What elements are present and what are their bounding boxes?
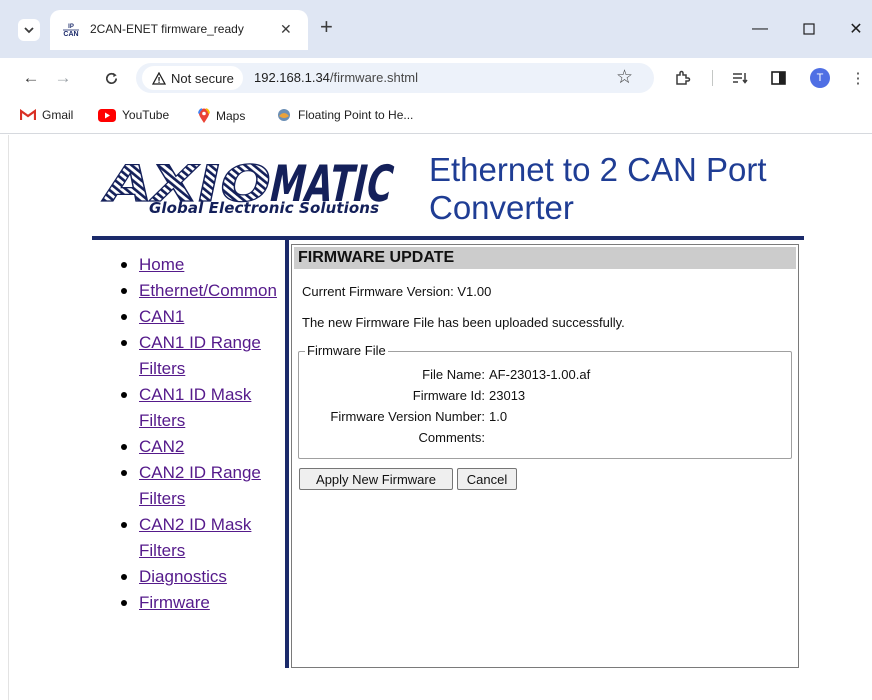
bookmark-floating-point[interactable]: Floating Point to He...: [276, 108, 413, 122]
svg-text:CAN: CAN: [63, 31, 78, 38]
ipcan-favicon-icon: IP CAN: [61, 22, 81, 38]
menu-item-can2: CAN2: [119, 434, 284, 460]
header-divider: [92, 236, 804, 240]
file-name-row: File Name: AF-23013-1.00.af: [299, 367, 590, 382]
security-label: Not secure: [171, 70, 234, 86]
version-number-value: 1.0: [489, 409, 508, 424]
menu-item-diagnostics: Diagnostics: [119, 564, 284, 590]
tab-search-button[interactable]: [18, 19, 40, 41]
toolbar-divider: [712, 70, 713, 86]
tab-title: 2CAN-ENET firmware_ready: [90, 22, 244, 36]
bookmark-gmail[interactable]: Gmail: [20, 108, 73, 122]
bookmark-label: YouTube: [122, 108, 170, 122]
menu-link-firmware[interactable]: Firmware: [139, 593, 210, 612]
bookmark-label: Maps: [216, 109, 246, 123]
firmware-id-value: 23013: [489, 388, 526, 403]
file-name-value: AF-23013-1.00.af: [489, 367, 591, 382]
maps-icon: [198, 108, 210, 123]
close-tab-icon[interactable]: ✕: [280, 21, 292, 38]
file-name-label: File Name:: [422, 367, 485, 382]
firmware-id-row: Firmware Id: 23013: [299, 388, 525, 403]
comments-label: Comments:: [418, 430, 485, 445]
menu-link-ethernet-common[interactable]: Ethernet/Common: [139, 281, 277, 300]
bookmark-youtube[interactable]: YouTube: [98, 108, 169, 122]
logo-subtitle: Global Electronic Solutions: [149, 199, 380, 217]
current-firmware-version: Current Firmware Version: V1.00: [302, 284, 492, 299]
youtube-icon: [98, 108, 116, 122]
reading-list-icon[interactable]: [730, 68, 750, 88]
browser-tab[interactable]: IP CAN 2CAN-ENET firmware_ready ✕: [50, 10, 308, 50]
menu-link-can1-id-mask-filters[interactable]: CAN1 ID Mask Filters: [139, 385, 251, 430]
browser-toolbar: ← → Not secure 192.168.1.34/firmware.sht…: [0, 58, 872, 98]
profile-avatar[interactable]: T: [810, 68, 830, 88]
menu-item-can1: CAN1: [119, 304, 284, 330]
maximize-icon[interactable]: [794, 14, 824, 44]
firmware-id-label: Firmware Id:: [412, 388, 485, 403]
menu-link-home[interactable]: Home: [139, 255, 184, 274]
extensions-icon[interactable]: [672, 68, 692, 88]
side-panel-icon[interactable]: [768, 68, 788, 88]
section-heading: FIRMWARE UPDATE: [294, 247, 796, 269]
address-bar[interactable]: Not secure 192.168.1.34/firmware.shtml ☆: [136, 63, 654, 93]
warning-icon: [152, 71, 166, 85]
chevron-down-icon: [24, 27, 34, 34]
menu-item-can1-id-range-filters: CAN1 ID Range Filters: [119, 330, 284, 382]
site-icon: [278, 109, 290, 121]
sidebar-menu: Home Ethernet/Common CAN1 CAN1 ID Range …: [119, 252, 284, 616]
page-viewport: AXIO MATIC Global Electronic Solutions E…: [8, 135, 872, 700]
cancel-button[interactable]: Cancel: [457, 468, 517, 490]
url-path: /firmware.shtml: [329, 70, 419, 85]
upload-status-message: The new Firmware File has been uploaded …: [302, 315, 625, 330]
menu-item-ethernet-common: Ethernet/Common: [119, 278, 284, 304]
menu-item-firmware: Firmware: [119, 590, 284, 616]
back-icon[interactable]: ←: [18, 64, 44, 92]
menu-link-can2-id-range-filters[interactable]: CAN2 ID Range Filters: [139, 463, 261, 508]
url-host: 192.168.1.34: [254, 70, 330, 85]
firmware-panel: FIRMWARE UPDATE Current Firmware Version…: [291, 244, 799, 668]
menu-link-can2[interactable]: CAN2: [139, 437, 184, 456]
menu-link-diagnostics[interactable]: Diagnostics: [139, 567, 227, 586]
bookmark-star-icon[interactable]: ☆: [616, 66, 633, 89]
bookmark-maps[interactable]: Maps: [198, 108, 245, 124]
menu-kebab-icon[interactable]: ⋮: [848, 68, 868, 88]
page-title: Ethernet to 2 CAN Port Converter: [429, 151, 767, 226]
version-number-label: Firmware Version Number:: [330, 409, 485, 424]
close-window-icon[interactable]: ✕: [841, 14, 871, 44]
menu-item-can1-id-mask-filters: CAN1 ID Mask Filters: [119, 382, 284, 434]
menu-item-can2-id-range-filters: CAN2 ID Range Filters: [119, 460, 284, 512]
bookmark-label: Floating Point to He...: [298, 108, 414, 122]
comments-row: Comments:: [299, 430, 489, 445]
new-tab-button[interactable]: +: [320, 15, 333, 39]
svg-text:IP: IP: [68, 24, 74, 30]
firmware-file-fieldset: Firmware File File Name: AF-23013-1.00.af…: [298, 343, 792, 459]
sidebar-divider: [285, 240, 289, 668]
security-chip[interactable]: Not secure: [142, 66, 243, 90]
gmail-icon: [20, 109, 36, 120]
reload-icon[interactable]: [98, 64, 124, 92]
bookmark-label: Gmail: [42, 108, 74, 122]
forward-icon[interactable]: →: [50, 64, 76, 92]
menu-link-can2-id-mask-filters[interactable]: CAN2 ID Mask Filters: [139, 515, 251, 560]
url-text: 192.168.1.34/firmware.shtml: [254, 70, 418, 85]
version-number-row: Firmware Version Number: 1.0: [299, 409, 507, 424]
apply-firmware-button[interactable]: Apply New Firmware: [299, 468, 453, 490]
menu-item-can2-id-mask-filters: CAN2 ID Mask Filters: [119, 512, 284, 564]
minimize-icon[interactable]: —: [745, 14, 775, 44]
menu-link-can1-id-range-filters[interactable]: CAN1 ID Range Filters: [139, 333, 261, 378]
tab-strip: IP CAN 2CAN-ENET firmware_ready ✕ + — ✕: [0, 0, 872, 58]
menu-item-home: Home: [119, 252, 284, 278]
menu-link-can1[interactable]: CAN1: [139, 307, 184, 326]
bookmarks-bar: Gmail YouTube Maps Floating Point to He.…: [0, 98, 872, 134]
fieldset-legend: Firmware File: [305, 343, 388, 358]
